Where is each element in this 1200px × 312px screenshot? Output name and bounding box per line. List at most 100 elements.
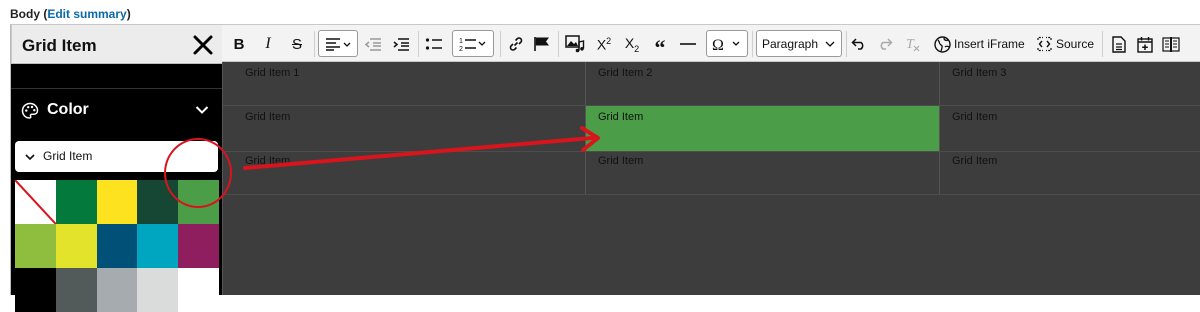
indent-button[interactable] bbox=[390, 25, 412, 63]
grid-cell[interactable]: Grid Item bbox=[245, 111, 290, 123]
row-divider bbox=[223, 105, 1200, 106]
undo-button[interactable] bbox=[848, 25, 870, 63]
insert-template-button[interactable] bbox=[1108, 25, 1130, 63]
grid-cell[interactable]: Grid Item bbox=[952, 155, 997, 167]
grid-item-dropdown-label: Grid Item bbox=[43, 149, 93, 163]
navy-blue-swatch[interactable] bbox=[96, 224, 138, 268]
undo-icon bbox=[851, 38, 864, 50]
toolbar-separator bbox=[846, 31, 847, 57]
heading-dropdown-label: Paragraph bbox=[761, 36, 819, 51]
redo-icon bbox=[880, 38, 893, 50]
subscript-button[interactable]: X2 bbox=[620, 25, 644, 63]
indent-icon bbox=[393, 38, 409, 51]
align-left-icon bbox=[326, 37, 351, 51]
grid-cell-header[interactable]: Grid Item 1 bbox=[245, 67, 299, 79]
numbered-list-icon: 1 2 bbox=[459, 38, 486, 52]
no-color-swatch[interactable] bbox=[15, 180, 56, 224]
chartreuse-swatch[interactable] bbox=[55, 224, 97, 268]
horizontal-line-button[interactable] bbox=[676, 25, 700, 63]
grid-cell[interactable]: Grid Item bbox=[598, 111, 643, 123]
insert-media-button[interactable] bbox=[562, 25, 588, 63]
superscript-button[interactable]: X2 bbox=[592, 25, 616, 63]
editor-content-area[interactable]: Grid Item 1 Grid Item 2 Grid Item 3 Grid… bbox=[222, 62, 1200, 295]
row-divider bbox=[223, 194, 1200, 195]
color-section-toggle[interactable]: Color bbox=[11, 88, 223, 132]
body-field-label: Body (Edit summary) bbox=[10, 7, 131, 21]
toolbar-separator bbox=[558, 31, 559, 57]
quote-icon: “ bbox=[654, 35, 666, 60]
italic-button[interactable]: I bbox=[258, 25, 278, 63]
column-divider bbox=[585, 62, 586, 195]
close-icon[interactable] bbox=[192, 34, 214, 56]
omega-icon: Ω bbox=[712, 37, 740, 52]
bold-button[interactable]: B bbox=[228, 25, 250, 63]
blockquote-button[interactable]: “ bbox=[648, 25, 672, 63]
globe-icon bbox=[934, 35, 951, 53]
toolbar-separator bbox=[314, 31, 315, 57]
chevron-down-icon bbox=[25, 154, 35, 161]
grid-cell[interactable]: Grid Item bbox=[952, 111, 997, 123]
anchor-button[interactable] bbox=[530, 25, 554, 63]
toolbar-separator bbox=[500, 31, 501, 57]
no-color-slash-icon bbox=[15, 180, 56, 224]
palette-icon bbox=[21, 102, 39, 119]
insert-calendar-button[interactable] bbox=[1134, 25, 1156, 63]
alignment-dropdown[interactable] bbox=[318, 30, 358, 57]
chevron-down-icon bbox=[195, 106, 209, 114]
calendar-plus-icon bbox=[1137, 36, 1153, 53]
lime-green-swatch[interactable] bbox=[15, 224, 56, 268]
black-swatch[interactable] bbox=[15, 268, 56, 312]
svg-text:2: 2 bbox=[459, 46, 463, 52]
panel-header: Grid Item bbox=[11, 24, 223, 64]
toolbar-separator bbox=[752, 31, 753, 57]
insert-columns-button[interactable] bbox=[1160, 25, 1182, 63]
white-swatch[interactable] bbox=[178, 268, 219, 312]
yellow-swatch[interactable] bbox=[96, 180, 138, 224]
teal-swatch[interactable] bbox=[137, 224, 179, 268]
body-label: Body bbox=[10, 7, 40, 21]
subscript-icon: X2 bbox=[624, 34, 640, 54]
numbered-list-dropdown[interactable]: 1 2 bbox=[452, 30, 494, 57]
flag-icon bbox=[534, 37, 549, 51]
grid-cell[interactable]: Grid Item bbox=[598, 155, 643, 167]
source-button[interactable]: Source bbox=[1036, 25, 1096, 63]
row-divider bbox=[223, 151, 1200, 152]
source-icon bbox=[1037, 36, 1052, 52]
column-divider bbox=[939, 62, 940, 195]
magenta-swatch[interactable] bbox=[178, 224, 219, 268]
insert-iframe-button[interactable]: Insert iFrame bbox=[934, 25, 1038, 63]
link-button[interactable] bbox=[504, 25, 528, 63]
panel-title: Grid Item bbox=[22, 36, 97, 55]
strikethrough-button[interactable]: S bbox=[286, 25, 308, 63]
svg-text:T: T bbox=[906, 37, 915, 52]
outdent-button[interactable] bbox=[362, 25, 384, 63]
gray-swatch[interactable] bbox=[96, 268, 138, 312]
link-icon bbox=[509, 37, 523, 51]
color-section-label: Color bbox=[47, 101, 89, 118]
remove-format-icon: T bbox=[906, 37, 920, 52]
source-label: Source bbox=[1056, 37, 1095, 51]
bulleted-list-icon bbox=[425, 38, 442, 50]
columns-icon bbox=[1162, 36, 1180, 52]
bulleted-list-button[interactable] bbox=[422, 25, 446, 63]
media-icon bbox=[565, 35, 585, 53]
svg-text:Ω: Ω bbox=[712, 37, 724, 52]
dark-green-swatch[interactable] bbox=[55, 180, 97, 224]
insert-iframe-label: Insert iFrame bbox=[954, 37, 1025, 51]
light-gray-swatch[interactable] bbox=[137, 268, 179, 312]
horizontal-line-icon bbox=[680, 43, 696, 45]
special-characters-dropdown[interactable]: Ω bbox=[706, 30, 748, 57]
grid-cell[interactable]: Grid Item bbox=[245, 155, 290, 167]
chevron-down-icon bbox=[825, 41, 835, 47]
grid-cell-header[interactable]: Grid Item 3 bbox=[952, 67, 1006, 79]
charcoal-swatch[interactable] bbox=[55, 268, 97, 312]
editor-toolbar: B I S 1 2 X2 X2 “ Ω Paragraph T Insert i… bbox=[222, 24, 1200, 62]
heading-dropdown[interactable]: Paragraph bbox=[756, 30, 842, 57]
edit-summary-link[interactable]: Edit summary bbox=[47, 7, 126, 21]
remove-format-button[interactable]: T bbox=[902, 25, 924, 63]
grid-cell-header[interactable]: Grid Item 2 bbox=[598, 67, 652, 79]
outdent-icon bbox=[364, 38, 381, 51]
toolbar-separator bbox=[418, 31, 419, 57]
annotation-highlight-circle bbox=[164, 138, 232, 208]
redo-button[interactable] bbox=[874, 25, 896, 63]
